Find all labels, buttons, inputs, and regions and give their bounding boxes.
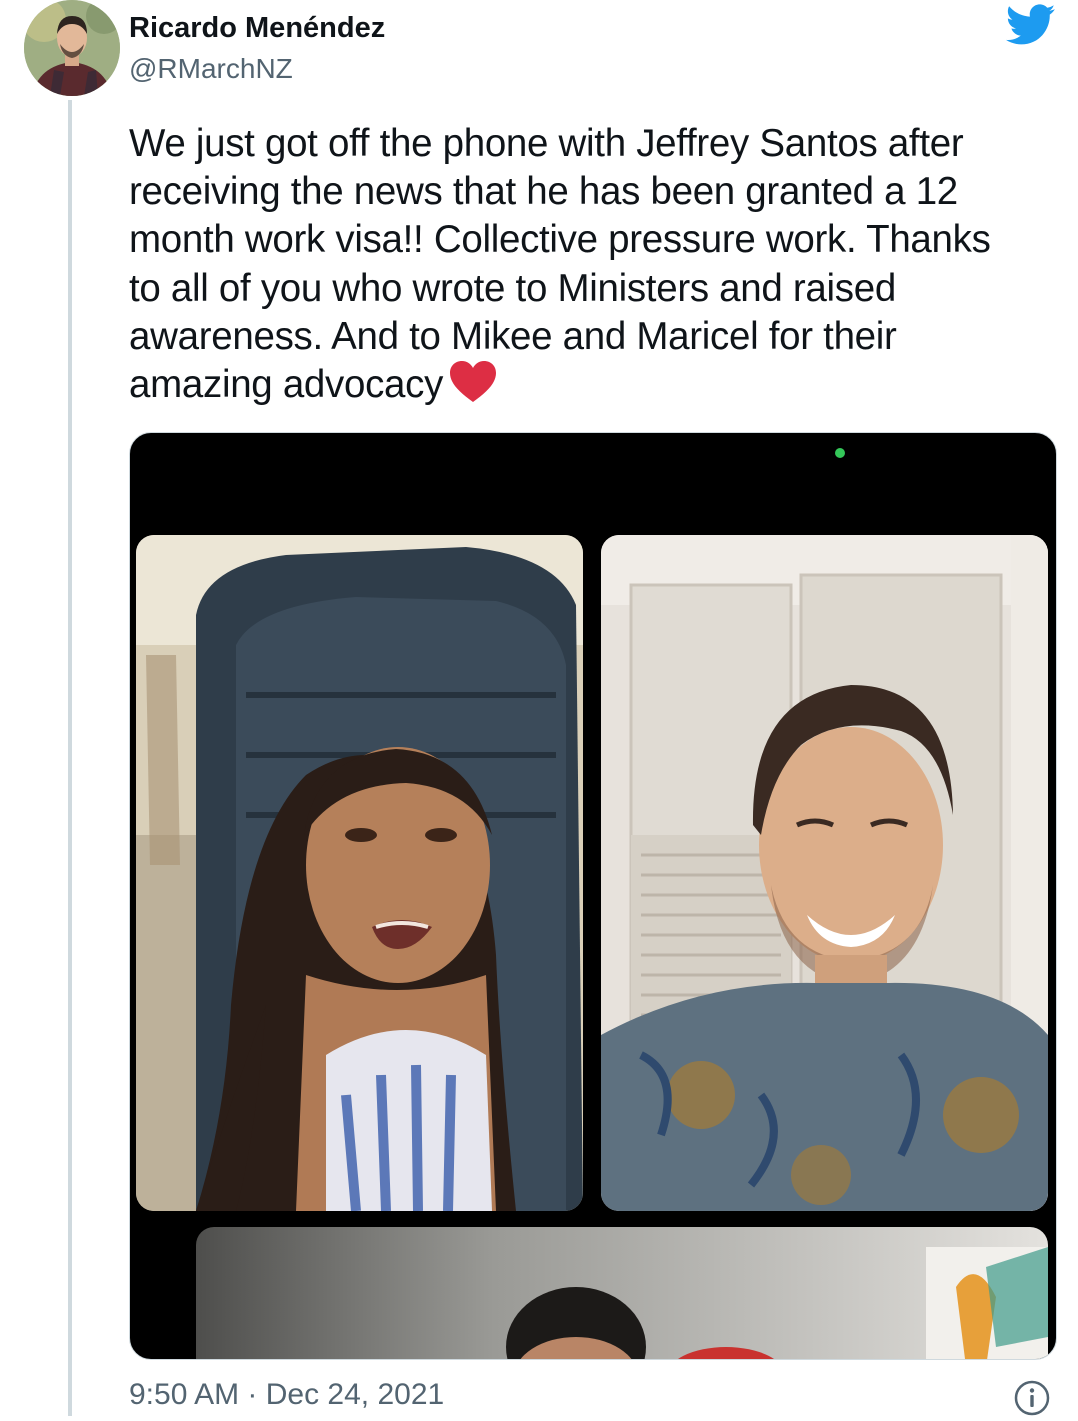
tweet-line: We just got off the phone with Jeffrey S… xyxy=(129,122,964,165)
avatar[interactable] xyxy=(24,0,120,96)
video-tile-bottom xyxy=(196,1227,1048,1359)
tweet-line-last: amazing advocacy xyxy=(129,361,1059,415)
video-tile-right xyxy=(601,535,1048,1211)
info-icon[interactable] xyxy=(1014,1380,1050,1416)
video-tile-left xyxy=(136,535,583,1211)
tweet-media-photo[interactable] xyxy=(129,432,1057,1360)
twitter-bird-icon[interactable] xyxy=(1005,4,1056,46)
camera-indicator-dot xyxy=(835,448,845,458)
tweet-text: We just got off the phone with Jeffrey S… xyxy=(129,120,1059,415)
tweet-line: awareness. And to Mikee and Maricel for … xyxy=(129,314,897,358)
tweet-line: receiving the news that he has been gran… xyxy=(129,170,958,214)
author-name[interactable]: Ricardo Menéndez xyxy=(129,12,385,45)
tweet-line: amazing advocacy xyxy=(129,363,444,407)
author-handle[interactable]: @RMarchNZ xyxy=(129,53,293,85)
heart-icon xyxy=(449,361,497,415)
tweet-line: to all of you who wrote to Ministers and… xyxy=(129,266,896,310)
tweet-line: month work visa!! Collective pressure wo… xyxy=(129,218,991,262)
tweet-timestamp[interactable]: 9:50 AM · Dec 24, 2021 xyxy=(129,1378,444,1412)
thread-line xyxy=(68,100,72,1416)
avatar-photo xyxy=(24,0,120,96)
